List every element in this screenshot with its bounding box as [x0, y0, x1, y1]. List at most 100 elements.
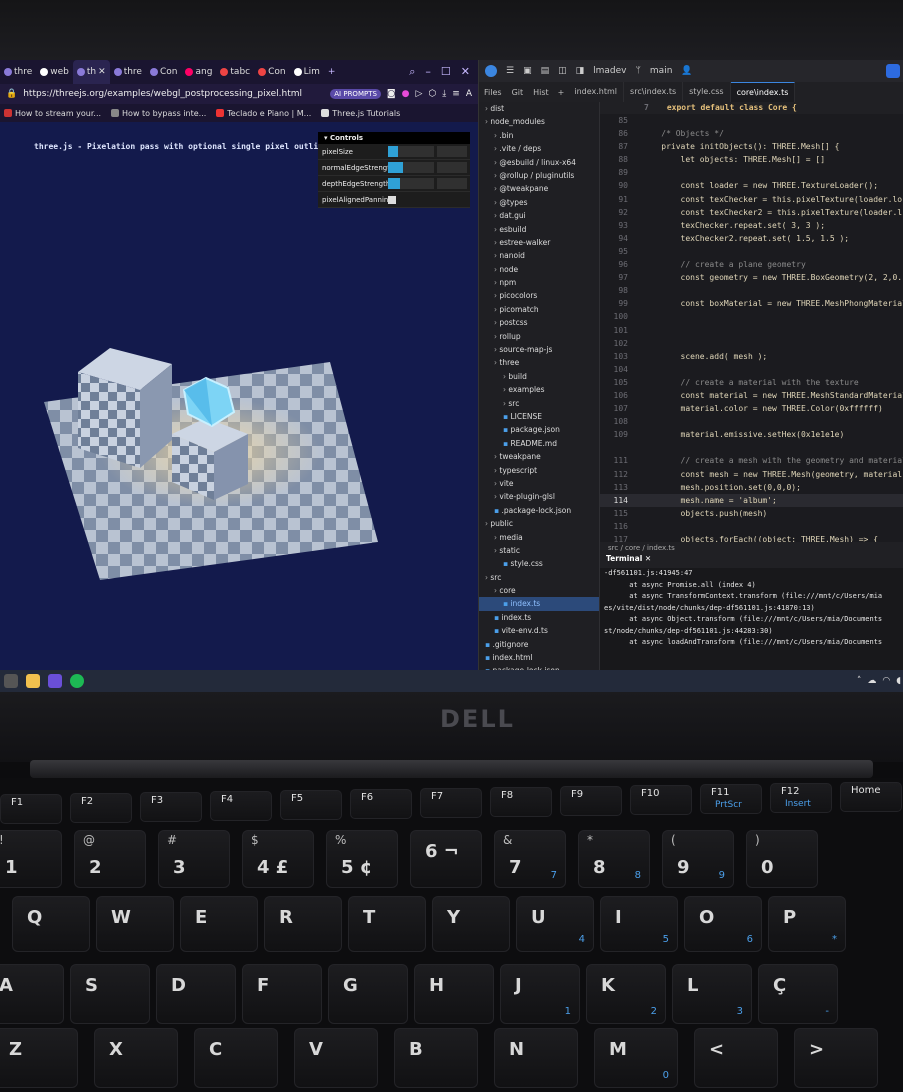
keyboard-key[interactable]: T: [348, 896, 426, 952]
code-line[interactable]: 96 // create a plane geometry: [600, 258, 903, 271]
code-line[interactable]: 85: [600, 114, 903, 127]
shield-icon[interactable]: ⬡: [428, 89, 436, 99]
file-tab-active[interactable]: core\index.ts: [730, 81, 796, 103]
browser-tab[interactable]: thre: [0, 67, 36, 77]
file-tree-item[interactable]: › picomatch: [479, 303, 599, 316]
file-tree-item[interactable]: › estree-walker: [479, 236, 599, 249]
function-key[interactable]: F7: [420, 788, 482, 818]
keyboard-key[interactable]: U4: [516, 896, 594, 952]
controls-header[interactable]: ▾ Controls: [318, 132, 470, 144]
file-tree-item[interactable]: › @rollup / pluginutils: [479, 169, 599, 182]
function-key[interactable]: F1: [0, 794, 62, 824]
project-name[interactable]: lmadev: [593, 66, 626, 76]
browser-icon[interactable]: [48, 674, 62, 688]
file-tree-item[interactable]: › three: [479, 356, 599, 369]
keyboard-key[interactable]: V: [294, 1028, 378, 1088]
keyboard-key[interactable]: H: [414, 964, 494, 1024]
keyboard-key[interactable]: R: [264, 896, 342, 952]
file-tree-item[interactable]: › tweakpane: [479, 450, 599, 463]
function-key[interactable]: F6: [350, 789, 412, 819]
keyboard-key[interactable]: & 7 7: [494, 830, 566, 888]
code-line[interactable]: 109 material.emissive.setHex(0x1e1e1e): [600, 428, 903, 441]
browser-tab[interactable]: web: [36, 67, 73, 77]
depth-edge-value[interactable]: [437, 178, 467, 189]
browser-tab[interactable]: Con: [146, 67, 182, 77]
code-line[interactable]: 113 mesh.position.set(0,0,0);: [600, 481, 903, 494]
depth-edge-slider[interactable]: [388, 178, 434, 189]
file-tree-item[interactable]: ▪ style.css: [479, 557, 599, 570]
file-tree-item[interactable]: › build: [479, 370, 599, 383]
layout-icon[interactable]: ◨: [576, 66, 585, 76]
code-line[interactable]: 93 texChecker.repeat.set( 3, 3 );: [600, 219, 903, 232]
browser-tab[interactable]: Con: [254, 67, 290, 77]
pixel-size-slider[interactable]: [388, 146, 434, 157]
file-tree-item[interactable]: › static: [479, 544, 599, 557]
layout-icon[interactable]: ◫: [558, 66, 567, 76]
terminal-panel[interactable]: Terminal ✕ -df561101.js:41945:47 at asyn…: [600, 554, 903, 670]
keyboard-key[interactable]: Q: [12, 896, 90, 952]
code-pane[interactable]: 7 export default class Core { 85 86 /* Obj…: [600, 102, 903, 542]
file-tree-item[interactable]: › node_modules: [479, 115, 599, 128]
code-line[interactable]: 112 const mesh = new THREE.Mesh(geometry…: [600, 468, 903, 481]
app-icon[interactable]: [4, 674, 18, 688]
keyboard-key[interactable]: X: [94, 1028, 178, 1088]
file-tree-item[interactable]: › core: [479, 584, 599, 597]
breadcrumb[interactable]: src / core / index.ts: [600, 542, 903, 554]
extension-icon[interactable]: ●: [402, 89, 410, 99]
pixel-size-value[interactable]: [437, 146, 467, 157]
file-tree-item[interactable]: › vite: [479, 477, 599, 490]
file-tree-item[interactable]: › vite-plugin-glsl: [479, 490, 599, 503]
camera-icon[interactable]: ◙: [387, 89, 396, 99]
file-tree-item[interactable]: › esbuild: [479, 223, 599, 236]
code-line[interactable]: 90 const loader = new THREE.TextureLoade…: [600, 179, 903, 192]
keyboard-key[interactable]: J1: [500, 964, 580, 1024]
download-icon[interactable]: ⤓: [442, 89, 446, 99]
code-line[interactable]: 111 // create a mesh with the geometry a…: [600, 454, 903, 467]
code-line[interactable]: [600, 441, 903, 454]
code-line[interactable]: 94 texChecker2.repeat.set( 1.5, 1.5 );: [600, 232, 903, 245]
sidebar-toggle-icon[interactable]: ▣: [523, 66, 532, 76]
function-key[interactable]: Home: [840, 782, 902, 812]
terminal-tab[interactable]: Terminal ✕: [600, 554, 903, 568]
user-icon[interactable]: 👤: [681, 66, 692, 76]
file-tree-item[interactable]: › media: [479, 531, 599, 544]
code-line[interactable]: 98: [600, 284, 903, 297]
sidebar-tab-git[interactable]: Git: [507, 88, 529, 97]
close-window-icon[interactable]: ✕: [461, 65, 470, 79]
normal-edge-value[interactable]: [437, 162, 467, 173]
keyboard-key[interactable]: !1: [0, 830, 62, 888]
keyboard-key[interactable]: P *: [768, 896, 846, 952]
file-tree-item[interactable]: › public: [479, 517, 599, 530]
sidebar-tab-history[interactable]: Hist: [528, 88, 554, 97]
code-line[interactable]: 108: [600, 415, 903, 428]
spotify-icon[interactable]: [70, 674, 84, 688]
keyboard-key[interactable]: O6: [684, 896, 762, 952]
file-tree-item[interactable]: ▪ vite-env.d.ts: [479, 624, 599, 637]
file-tree-item[interactable]: › picocolors: [479, 289, 599, 302]
keyboard-key[interactable]: Z: [0, 1028, 78, 1088]
code-line[interactable]: 105 // create a material with the textur…: [600, 376, 903, 389]
file-tree-item[interactable]: › @esbuild / linux-x64: [479, 156, 599, 169]
code-line[interactable]: 89: [600, 166, 903, 179]
code-line[interactable]: 102: [600, 337, 903, 350]
branch-name[interactable]: main: [650, 66, 673, 76]
code-line[interactable]: 106 const material = new THREE.MeshStand…: [600, 389, 903, 402]
file-tree-item[interactable]: ▪ index.ts: [479, 611, 599, 624]
close-tab-icon[interactable]: ✕: [98, 67, 106, 77]
function-key[interactable]: F10: [630, 785, 692, 815]
browser-tab[interactable]: ang: [181, 67, 216, 77]
keyboard-key[interactable]: <: [694, 1028, 778, 1088]
function-key[interactable]: F2: [70, 793, 132, 823]
menu-icon[interactable]: ☰: [506, 66, 514, 76]
browser-tab[interactable]: tabc: [216, 67, 254, 77]
code-line[interactable]: 117 objects.forEach((object: THREE.Mesh)…: [600, 533, 903, 542]
keyboard-key[interactable]: K2: [586, 964, 666, 1024]
normal-edge-slider[interactable]: [388, 162, 434, 173]
search-icon[interactable]: ⌕: [409, 65, 415, 79]
file-tree-item[interactable]: ▪ package.json: [479, 423, 599, 436]
browser-tab-active[interactable]: th ✕: [72, 60, 110, 84]
function-key[interactable]: F11 PrtScr: [700, 784, 762, 814]
code-line[interactable]: 87 private initObjects(): THREE.Mesh[] {: [600, 140, 903, 153]
file-tree-item[interactable]: › dat.gui: [479, 209, 599, 222]
keyboard-key[interactable]: Y: [432, 896, 510, 952]
